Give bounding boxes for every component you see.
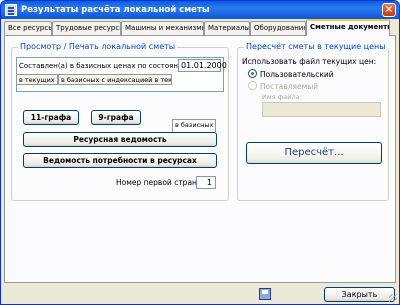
- title-bar[interactable]: Результаты расчёта локальной сметы ×: [1, 1, 399, 19]
- window-close-button[interactable]: ×: [382, 3, 396, 17]
- tab-materials[interactable]: Материалы: [204, 21, 250, 35]
- subtab-current[interactable]: в текущих: [16, 74, 58, 85]
- file-name-input[interactable]: [262, 102, 381, 117]
- print-estimate-group-title: Просмотр / Печать локальной сметы: [18, 42, 178, 51]
- resize-grip[interactable]: [389, 294, 397, 302]
- radio-user-file-label: Пользовательский: [260, 70, 334, 79]
- first-page-input[interactable]: 1: [196, 176, 216, 189]
- subtab-base-indexed[interactable]: в базисных с индексацией в текущие: [58, 74, 172, 85]
- tab-machines[interactable]: Машины и механизмы: [121, 21, 204, 35]
- subtab-base[interactable]: в базисных: [172, 119, 216, 132]
- resource-demand-button[interactable]: Ведомость потребности в ресурсах: [23, 153, 217, 168]
- tab-panel: Просмотр / Печать локальной сметы Состав…: [4, 35, 396, 283]
- resource-statement-button[interactable]: Ресурсная ведомость: [23, 132, 217, 147]
- radio-user-file[interactable]: [248, 69, 257, 78]
- graph-11-button[interactable]: 11-графа: [23, 110, 79, 125]
- recalc-group: Пересчёт сметы в текущие цены Использова…: [237, 42, 389, 201]
- tab-all-resources[interactable]: Все ресурсы: [4, 21, 52, 35]
- radio-supplied-file[interactable]: [248, 81, 257, 90]
- radio-supplied-file-label: Поставляемый: [260, 82, 319, 91]
- window-title: Результаты расчёта локальной сметы: [21, 5, 210, 15]
- tab-equipment[interactable]: Оборудование: [250, 21, 306, 35]
- app-icon: [5, 4, 17, 16]
- recalc-group-title: Пересчёт сметы в текущие цены: [244, 42, 388, 51]
- save-icon[interactable]: [259, 288, 271, 300]
- use-file-label: Использовать файл текущих цен:: [242, 57, 377, 66]
- recalculate-button[interactable]: Пересчёт...: [246, 142, 382, 164]
- print-estimate-group: Просмотр / Печать локальной сметы Состав…: [11, 42, 229, 201]
- tab-labor-resources[interactable]: Трудовые ресурсы: [52, 21, 121, 35]
- graph-9-button[interactable]: 9-графа: [91, 110, 141, 125]
- date-field[interactable]: 01.01.2000: [178, 59, 227, 72]
- close-button[interactable]: Закрыть: [324, 287, 395, 302]
- composed-label: Составлен(а) в базисных ценах по состоян…: [19, 62, 202, 70]
- results-window: Результаты расчёта локальной сметы × Все…: [0, 0, 400, 305]
- tab-estimate-documents[interactable]: Сметные документы: [306, 19, 390, 36]
- file-name-label: Имя файла:: [262, 93, 302, 101]
